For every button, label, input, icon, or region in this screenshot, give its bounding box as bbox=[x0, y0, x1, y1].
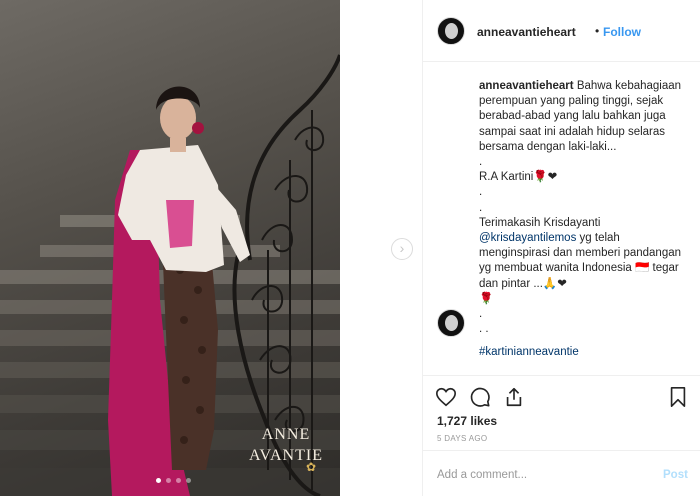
caption-dot: . bbox=[479, 308, 483, 321]
carousel-dot bbox=[186, 478, 191, 483]
photo-illustration bbox=[0, 54, 340, 496]
header-username[interactable]: anneavantieheart bbox=[477, 25, 576, 39]
header-separator: • bbox=[595, 24, 600, 38]
bookmark-icon[interactable] bbox=[667, 386, 689, 408]
caption-dot: . bbox=[479, 201, 483, 214]
next-arrow-icon[interactable]: › bbox=[391, 238, 413, 260]
post-timestamp[interactable]: 5 DAYS AGO bbox=[437, 434, 487, 443]
caption-thanks: Terimakasih Krisdayanti bbox=[479, 216, 601, 229]
action-bar: 1,727 likes 5 DAYS AGO bbox=[423, 375, 700, 449]
instagram-post: ANNE AVANTIE ✿ › anneavantieheart • Foll… bbox=[0, 0, 700, 496]
comments-area[interactable]: anneavantieheart Bahwa kebahagiaan perem… bbox=[423, 63, 700, 375]
avatar[interactable] bbox=[437, 17, 465, 45]
caption-dot: . . bbox=[479, 323, 489, 336]
caption-username[interactable]: anneavantieheart bbox=[479, 80, 574, 92]
caption-dot: . bbox=[479, 156, 483, 169]
caption-rose: 🌹 bbox=[479, 292, 494, 305]
post-photo[interactable]: ANNE AVANTIE ✿ bbox=[0, 0, 340, 496]
carousel-dot bbox=[166, 478, 171, 483]
caption-dot: . bbox=[479, 186, 483, 199]
caption-quote-author: R.A Kartini🌹❤ bbox=[479, 171, 558, 184]
comment-input[interactable]: Add a comment... bbox=[437, 469, 527, 481]
heart-icon[interactable] bbox=[435, 386, 457, 408]
avatar[interactable] bbox=[437, 309, 465, 337]
caption-mention[interactable]: @krisdayantilemos bbox=[479, 232, 576, 244]
post-comment-button[interactable]: Post bbox=[663, 469, 688, 481]
caption-hashtag[interactable]: #kartinianneavantie bbox=[479, 345, 691, 360]
carousel-dot bbox=[156, 478, 161, 483]
post-sidebar: anneavantieheart • Follow anneavantiehea… bbox=[422, 0, 700, 496]
brand-watermark: ANNE AVANTIE ✿ bbox=[236, 424, 336, 474]
likes-count[interactable]: 1,727 likes bbox=[437, 414, 497, 428]
follow-button[interactable]: Follow bbox=[603, 25, 641, 39]
comment-icon[interactable] bbox=[469, 386, 491, 408]
carousel-dots bbox=[156, 478, 191, 483]
post-header: anneavantieheart • Follow bbox=[423, 0, 700, 62]
brand-line1: ANNE bbox=[261, 426, 311, 443]
comment-box: Add a comment... Post bbox=[423, 450, 700, 496]
carousel-dot bbox=[176, 478, 181, 483]
brand-line2: AVANTIE bbox=[249, 447, 323, 464]
caption: anneavantieheart Bahwa kebahagiaan perem… bbox=[479, 79, 691, 361]
share-icon[interactable] bbox=[503, 386, 525, 408]
brand-star-icon: ✿ bbox=[306, 460, 318, 474]
